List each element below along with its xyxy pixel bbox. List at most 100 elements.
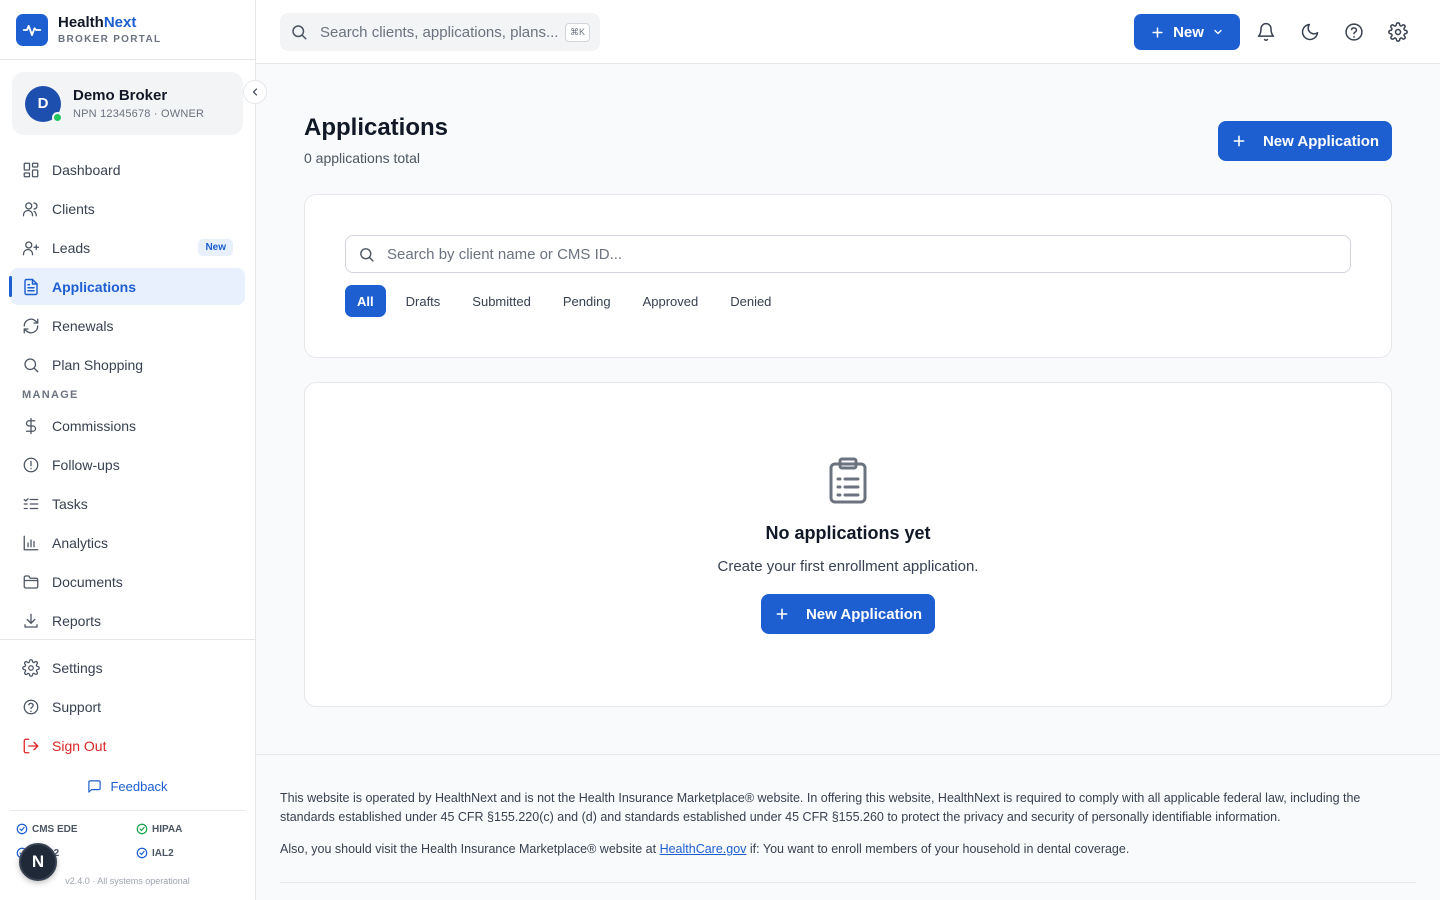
- sidebar-item-label: Follow-ups: [52, 456, 120, 473]
- compliance-divider: [10, 810, 245, 811]
- floating-assistant-button[interactable]: N: [19, 843, 57, 881]
- tab-pending[interactable]: Pending: [551, 285, 623, 317]
- grid-icon: [23, 162, 39, 177]
- page-title: Applications: [304, 114, 449, 141]
- sidebar-item-applications[interactable]: Applications: [9, 268, 245, 305]
- create-application-button[interactable]: New Application: [761, 594, 935, 634]
- empty-state-description: Create your first enrollment application…: [717, 558, 979, 575]
- secondary-nav: Settings Support Sign Out: [10, 649, 245, 766]
- sidebar-item-label: Documents: [52, 573, 123, 590]
- sidebar-item-label: Support: [52, 698, 102, 715]
- sidebar-item-label: Settings: [52, 659, 103, 676]
- sidebar-item-documents[interactable]: Documents: [10, 563, 245, 600]
- download-icon: [24, 613, 38, 628]
- plus-icon: [776, 608, 788, 620]
- help-circle-icon: [23, 699, 39, 714]
- sidebar-item-analytics[interactable]: Analytics: [10, 524, 245, 561]
- create-application-label: New Application: [805, 605, 923, 623]
- sidebar-item-support[interactable]: Support: [10, 688, 245, 725]
- users-icon: [22, 201, 38, 216]
- privacy-disclaimer: This website is operated by HealthNext a…: [280, 791, 1361, 824]
- sidebar-item-tasks[interactable]: Tasks: [10, 485, 245, 522]
- message-icon: [88, 779, 102, 793]
- sidebar-item-follow-ups[interactable]: Follow-ups: [10, 446, 245, 483]
- sidebar-item-label: Renewals: [52, 317, 114, 334]
- collapse-sidebar-button[interactable]: [243, 80, 267, 104]
- new-application-label: New Application: [1262, 132, 1380, 150]
- help-button[interactable]: [1342, 20, 1366, 44]
- primary-nav: Dashboard Clients Leads New Applications…: [9, 151, 245, 641]
- compliance-badge: IAL2: [136, 847, 246, 859]
- sidebar-item-dashboard[interactable]: Dashboard: [10, 151, 245, 188]
- sidebar-item-label: Analytics: [52, 534, 109, 551]
- tab-drafts[interactable]: Drafts: [394, 285, 453, 317]
- plus-icon: [1233, 135, 1245, 147]
- sidebar-item-label: Plan Shopping: [52, 356, 144, 373]
- application-search-input[interactable]: [387, 245, 1287, 263]
- chevron-down-icon: [1214, 29, 1222, 35]
- sidebar: HealthNext BROKER PORTAL D Demo Broker N…: [0, 0, 256, 900]
- brand-name: HealthNext: [58, 14, 137, 31]
- tab-all[interactable]: All: [345, 285, 386, 317]
- plus-icon: [1152, 26, 1163, 38]
- bell-icon: [1257, 22, 1275, 42]
- bar-chart-icon: [23, 535, 39, 550]
- alert-circle-icon: [23, 457, 39, 472]
- user-card[interactable]: D Demo Broker NPN 12345678 · OWNER: [12, 72, 243, 135]
- topbar: ⌘K New: [256, 0, 1440, 64]
- settings-button[interactable]: [1386, 20, 1410, 44]
- check-circle-icon: [16, 823, 28, 835]
- sidebar-item-plan-shopping[interactable]: Plan Shopping: [10, 346, 245, 383]
- sidebar-item-renewals[interactable]: Renewals: [10, 307, 245, 344]
- sidebar-item-leads[interactable]: Leads New: [10, 229, 245, 266]
- sidebar-item-label: Clients: [52, 200, 95, 217]
- logout-icon: [23, 738, 39, 753]
- chevron-left-icon: [252, 88, 258, 96]
- sidebar-item-label: Commissions: [52, 417, 137, 434]
- empty-state-title: No applications yet: [765, 523, 931, 543]
- global-search[interactable]: ⌘K: [280, 13, 600, 51]
- new-application-button[interactable]: New Application: [1218, 121, 1392, 161]
- notifications-button[interactable]: [1254, 20, 1278, 44]
- brand[interactable]: HealthNext BROKER PORTAL: [0, 0, 255, 60]
- document-icon: [24, 278, 38, 295]
- list-check-icon: [23, 497, 39, 509]
- compliance-badge: HIPAA: [136, 823, 246, 835]
- sign-out-button[interactable]: Sign Out: [10, 727, 245, 764]
- application-search[interactable]: [345, 235, 1351, 273]
- sidebar-item-label: Applications: [52, 278, 137, 295]
- gear-icon: [1388, 22, 1408, 42]
- sidebar-item-clients[interactable]: Clients: [10, 190, 245, 227]
- theme-toggle-button[interactable]: [1298, 20, 1322, 44]
- applications-count: 0 applications total: [304, 150, 420, 166]
- tab-submitted[interactable]: Submitted: [460, 285, 543, 317]
- healthcare-gov-link[interactable]: HealthCare.gov: [660, 842, 747, 856]
- sidebar-item-label: Reports: [52, 612, 102, 629]
- check-circle-icon: [136, 847, 148, 859]
- user-name: Demo Broker: [73, 87, 168, 104]
- feedback-label: Feedback: [110, 778, 168, 794]
- online-status-dot: [52, 111, 63, 123]
- global-search-input[interactable]: [320, 23, 560, 41]
- new-button-label: New: [1173, 23, 1204, 41]
- check-circle-icon: [136, 823, 148, 835]
- search-icon: [24, 357, 39, 372]
- search-icon: [360, 247, 374, 262]
- compliance-badge: CMS EDE: [16, 823, 136, 835]
- sidebar-item-commissions[interactable]: Commissions: [10, 407, 245, 444]
- nav-divider: [0, 639, 255, 640]
- brand-subtitle: BROKER PORTAL: [58, 34, 162, 45]
- tab-approved[interactable]: Approved: [631, 285, 711, 317]
- shortcut-hint: ⌘K: [564, 22, 590, 42]
- pulse-logo-icon: [16, 13, 48, 46]
- new-badge: New: [198, 239, 233, 256]
- sidebar-item-label: Leads: [52, 239, 91, 256]
- sidebar-item-settings[interactable]: Settings: [10, 649, 245, 686]
- tab-denied[interactable]: Denied: [718, 285, 783, 317]
- help-circle-icon: [1345, 23, 1363, 41]
- legal-footer: This website is operated by HealthNext a…: [256, 754, 1440, 900]
- sidebar-item-reports[interactable]: Reports: [10, 602, 245, 639]
- feedback-button[interactable]: Feedback: [0, 775, 255, 797]
- new-dropdown-button[interactable]: New: [1134, 14, 1240, 50]
- moon-icon: [1301, 23, 1319, 41]
